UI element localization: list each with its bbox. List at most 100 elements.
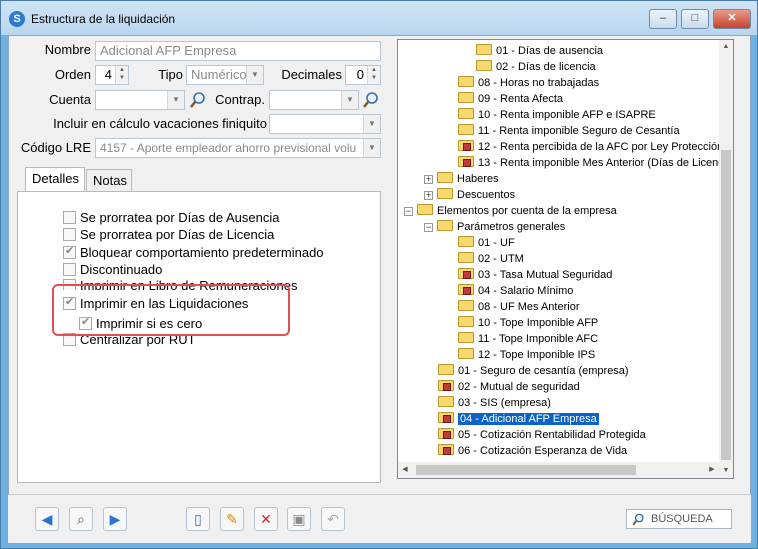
folder-icon xyxy=(458,332,474,343)
delete-x-icon[interactable]: ✕ xyxy=(254,507,278,531)
locked-folder-icon xyxy=(438,380,454,391)
structure-tree[interactable]: 01 - Días de ausencia 02 - Días de licen… xyxy=(397,39,734,479)
checkbox-box[interactable] xyxy=(63,228,76,241)
tree-item-label: 05 - Cotización Rentabilidad Protegida xyxy=(458,429,646,441)
vacaciones-select[interactable]: ▼ xyxy=(269,114,381,134)
tree-item[interactable]: 02 - UTM xyxy=(458,251,524,267)
lre-select[interactable]: 4157 - Aporte empleador ahorro prevision… xyxy=(95,138,381,158)
tree-item[interactable]: 02 - Días de licencia xyxy=(476,59,596,75)
folder-icon xyxy=(437,188,453,199)
tree-item-label: 03 - SIS (empresa) xyxy=(458,397,551,409)
tab-notas[interactable]: Notas xyxy=(86,169,132,193)
save-disk-icon[interactable]: ▣ xyxy=(287,507,311,531)
locked-folder-icon xyxy=(458,284,474,295)
close-button[interactable]: ✕ xyxy=(713,9,751,29)
forward-arrow-icon[interactable]: ▶ xyxy=(103,507,127,531)
tree-item-label: 12 - Renta percibida de la AFC por Ley P… xyxy=(478,141,724,153)
tree-item-label: 12 - Tope Imponible IPS xyxy=(478,349,596,361)
tree-item[interactable]: 01 - Días de ausencia xyxy=(476,43,603,59)
tree-horizontal-scrollbar[interactable]: ◀ ▶ xyxy=(398,462,719,478)
checkbox-dias-licencia[interactable]: Se prorratea por Días de Licencia xyxy=(63,227,274,242)
search-input[interactable]: BÚSQUEDA xyxy=(626,509,732,529)
decimales-spin-icon[interactable]: ▲ ▼ xyxy=(367,66,380,84)
checkbox-label: Bloquear comportamiento predeterminado xyxy=(80,245,324,260)
minimize-button[interactable]: – xyxy=(649,9,677,29)
tree-item[interactable]: 12 - Renta percibida de la AFC por Ley P… xyxy=(458,139,723,155)
tree-item-haberes[interactable]: + Haberes xyxy=(424,171,499,187)
tree-item[interactable]: 08 - Horas no trabajadas xyxy=(458,75,599,91)
tree-item[interactable]: 03 - SIS (empresa) xyxy=(438,395,551,411)
folder-icon xyxy=(458,252,474,263)
expand-plus-icon[interactable]: + xyxy=(424,191,433,200)
tipo-select[interactable]: Numérico ▼ xyxy=(186,65,264,85)
checkbox-discontinuado[interactable]: Discontinuado xyxy=(63,262,162,277)
orden-value: 4 xyxy=(104,67,112,82)
scroll-left-icon[interactable]: ◀ xyxy=(398,463,412,477)
tree-item[interactable]: 01 - Seguro de cesantía (empresa) xyxy=(438,363,629,379)
scroll-up-icon[interactable]: ▲ xyxy=(719,40,733,54)
contrap-label: Contrap. xyxy=(215,92,265,107)
checkbox-box[interactable] xyxy=(63,211,76,224)
tab-detalles[interactable]: Detalles xyxy=(25,167,85,193)
tree-vertical-scrollbar[interactable]: ▲ ▼ xyxy=(719,40,733,478)
tree-item-parametros-generales[interactable]: − Parámetros generales xyxy=(424,219,565,235)
checkbox-box[interactable] xyxy=(63,244,76,259)
pencil-edit-icon[interactable]: ✎ xyxy=(220,507,244,531)
tree-item[interactable]: 01 - UF xyxy=(458,235,515,251)
decimales-stepper[interactable]: 0 ▲ ▼ xyxy=(345,65,381,85)
tree-item[interactable]: 05 - Cotización Rentabilidad Protegida xyxy=(438,427,646,443)
checkbox-box[interactable] xyxy=(63,263,76,276)
maximize-button[interactable]: □ xyxy=(681,9,709,29)
folder-icon xyxy=(476,44,492,55)
tree-item[interactable]: 06 - Cotización Esperanza de Vida xyxy=(438,443,627,459)
back-arrow-icon[interactable]: ◀ xyxy=(35,507,59,531)
tree-item[interactable]: 12 - Tope Imponible IPS xyxy=(458,347,595,363)
orden-spin-icon[interactable]: ▲ ▼ xyxy=(115,66,128,84)
nombre-field[interactable]: Adicional AFP Empresa xyxy=(95,41,381,61)
checkbox-label: Discontinuado xyxy=(80,262,163,277)
tree-item[interactable]: 11 - Renta imponible Seguro de Cesantía xyxy=(458,123,680,139)
tree-item-label: 10 - Renta imponible AFP e ISAPRE xyxy=(478,109,656,121)
new-document-icon[interactable]: ▯ xyxy=(186,507,210,531)
search-icon[interactable] xyxy=(188,90,208,110)
scroll-down-icon[interactable]: ▼ xyxy=(719,464,733,478)
binoculars-icon[interactable]: ⌕ xyxy=(69,507,93,531)
chevron-down-icon[interactable]: ▼ xyxy=(363,139,380,157)
tree-item-label: Descuentos xyxy=(457,189,516,201)
chevron-down-icon[interactable]: ▼ xyxy=(246,66,263,84)
tree-item-selected[interactable]: 04 - Adicional AFP Empresa xyxy=(438,411,599,427)
chevron-down-icon[interactable]: ▼ xyxy=(167,91,184,109)
orden-stepper[interactable]: 4 ▲ ▼ xyxy=(95,65,129,85)
folder-icon xyxy=(458,124,474,135)
scroll-thumb[interactable] xyxy=(416,465,636,475)
tree-item-elementos-empresa[interactable]: − Elementos por cuenta de la empresa xyxy=(404,203,617,219)
tree-item-label: 08 - UF Mes Anterior xyxy=(478,301,580,313)
cuenta-select[interactable]: ▼ xyxy=(95,90,185,110)
tree-item[interactable]: 02 - Mutual de seguridad xyxy=(438,379,580,395)
tree-item[interactable]: 13 - Renta imponible Mes Anterior (Días … xyxy=(458,155,724,171)
title-bar[interactable]: S Estructura de la liquidación – □ ✕ xyxy=(1,1,757,35)
scroll-thumb[interactable] xyxy=(721,150,731,460)
tree-item[interactable]: 04 - Salario Mínimo xyxy=(458,283,573,299)
tree-item[interactable]: 03 - Tasa Mutual Seguridad xyxy=(458,267,612,283)
search-icon[interactable] xyxy=(361,90,381,110)
tree-item[interactable]: 11 - Tope Imponible AFC xyxy=(458,331,598,347)
expand-plus-icon[interactable]: + xyxy=(424,175,433,184)
contrap-select[interactable]: ▼ xyxy=(269,90,359,110)
checkbox-dias-ausencia[interactable]: Se prorratea por Días de Ausencia xyxy=(63,210,279,225)
scroll-right-icon[interactable]: ▶ xyxy=(705,463,719,477)
decimales-label: Decimales xyxy=(281,67,342,82)
folder-icon xyxy=(458,348,474,359)
tree-item[interactable]: 08 - UF Mes Anterior xyxy=(458,299,579,315)
tree-item[interactable]: 09 - Renta Afecta xyxy=(458,91,563,107)
checkbox-bloquear[interactable]: Bloquear comportamiento predeterminado xyxy=(63,244,324,260)
tree-item[interactable]: 10 - Renta imponible AFP e ISAPRE xyxy=(458,107,656,123)
collapse-minus-icon[interactable]: − xyxy=(424,223,433,232)
chevron-down-icon[interactable]: ▼ xyxy=(363,115,380,133)
undo-icon[interactable]: ↶ xyxy=(321,507,345,531)
collapse-minus-icon[interactable]: − xyxy=(404,207,413,216)
tree-item-descuentos[interactable]: + Descuentos xyxy=(424,187,515,203)
tipo-value: Numérico xyxy=(191,67,247,82)
tree-item[interactable]: 10 - Tope Imponible AFP xyxy=(458,315,598,331)
chevron-down-icon[interactable]: ▼ xyxy=(341,91,358,109)
